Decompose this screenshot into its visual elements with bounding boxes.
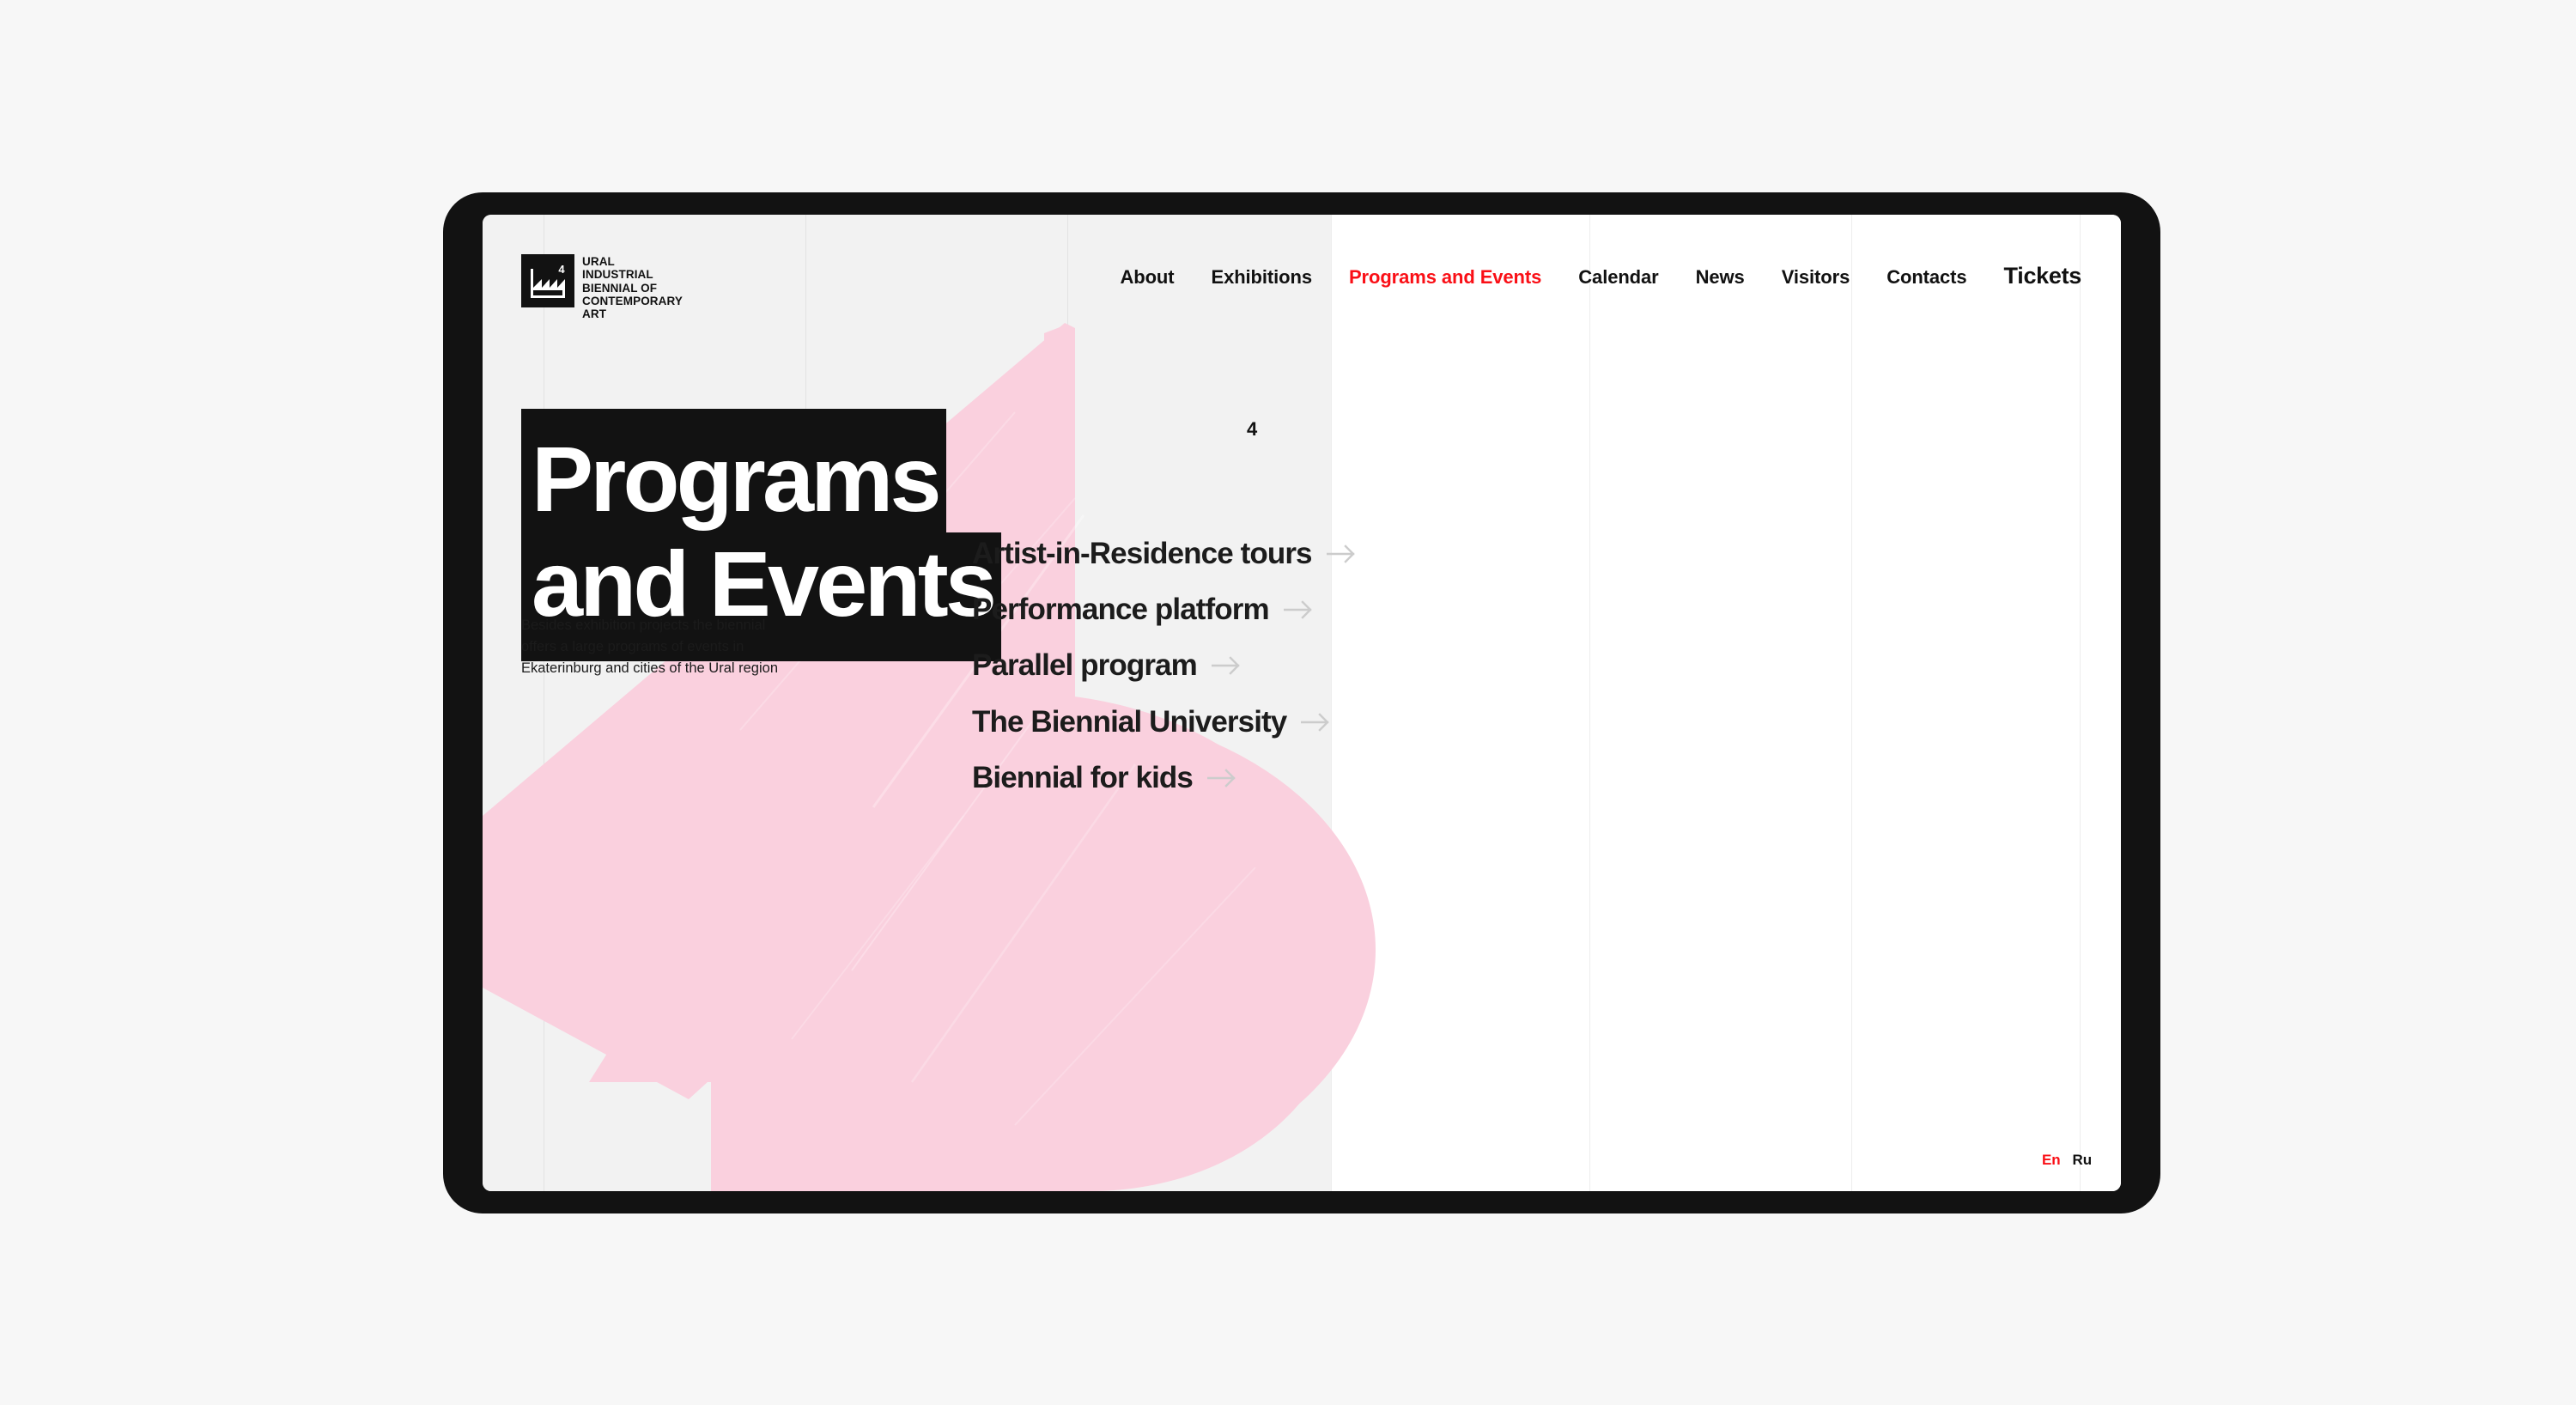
program-item-label: Biennial for kids bbox=[972, 760, 1194, 794]
program-item-performance-platform[interactable]: Performance platform bbox=[972, 590, 1313, 630]
page-title-superscript: 4 bbox=[1247, 418, 1257, 440]
svg-text:4: 4 bbox=[558, 263, 565, 276]
nav-link-calendar[interactable]: Calendar bbox=[1578, 266, 1658, 289]
logo-wordmark: URAL INDUSTRIAL BIENNIAL OF CONTEMPORARY… bbox=[582, 255, 683, 320]
arrow-right-icon bbox=[1206, 769, 1236, 788]
program-item-label: The Biennial University bbox=[972, 704, 1287, 739]
arrow-right-icon bbox=[1283, 600, 1312, 619]
nav-link-news[interactable]: News bbox=[1696, 266, 1745, 289]
program-item-biennial-for-kids[interactable]: Biennial for kids bbox=[972, 758, 1236, 798]
grid-line-6 bbox=[1851, 215, 1852, 1191]
tablet-screen: 4 URAL INDUSTRIAL BIENNIAL OF CONTEMPORA… bbox=[483, 215, 2121, 1191]
nav-link-exhibitions[interactable]: Exhibitions bbox=[1212, 266, 1313, 289]
grid-line-5 bbox=[1589, 215, 1590, 1191]
right-background-panel bbox=[1331, 215, 2121, 1191]
program-item-label: Performance platform bbox=[972, 593, 1270, 627]
site-logo[interactable]: 4 URAL INDUSTRIAL BIENNIAL OF CONTEMPORA… bbox=[521, 254, 683, 320]
nav-link-contacts[interactable]: Contacts bbox=[1886, 266, 1966, 289]
program-item-artist-in-residence-tours[interactable]: Artist-in-Residence tours bbox=[972, 534, 1356, 574]
program-item-label: Parallel program bbox=[972, 648, 1198, 683]
page-title-line-1: Programs bbox=[521, 409, 946, 543]
grid-line-7 bbox=[2080, 215, 2081, 1191]
factory-logo-icon: 4 bbox=[521, 254, 574, 307]
arrow-right-icon bbox=[1326, 544, 1355, 563]
program-item-label: Artist-in-Residence tours bbox=[972, 537, 1313, 570]
program-item-parallel-program[interactable]: Parallel program bbox=[972, 646, 1241, 685]
site-header: 4 URAL INDUSTRIAL BIENNIAL OF CONTEMPORA… bbox=[483, 215, 2121, 326]
tablet-device-frame: 4 URAL INDUSTRIAL BIENNIAL OF CONTEMPORA… bbox=[443, 192, 2160, 1213]
language-switcher: En Ru bbox=[2042, 1152, 2092, 1169]
arrow-right-icon bbox=[1301, 712, 1330, 732]
nav-link-visitors[interactable]: Visitors bbox=[1782, 266, 1850, 289]
arrow-right-icon bbox=[1211, 656, 1240, 676]
program-item-the-biennial-university[interactable]: The Biennial University bbox=[972, 702, 1330, 742]
grid-line-2 bbox=[805, 215, 806, 1191]
language-option-en[interactable]: En bbox=[2042, 1152, 2061, 1169]
main-navigation: About Exhibitions Programs and Events Ca… bbox=[1120, 263, 2081, 289]
nav-link-programs-and-events[interactable]: Programs and Events bbox=[1349, 266, 1541, 289]
language-option-ru[interactable]: Ru bbox=[2073, 1152, 2093, 1169]
nav-link-tickets[interactable]: Tickets bbox=[2004, 263, 2082, 289]
program-menu-list: Artist-in-Residence tours Performance pl… bbox=[972, 534, 1356, 798]
page-description: Besides exhibition projects the biennial… bbox=[521, 617, 778, 676]
nav-link-about[interactable]: About bbox=[1120, 266, 1174, 289]
